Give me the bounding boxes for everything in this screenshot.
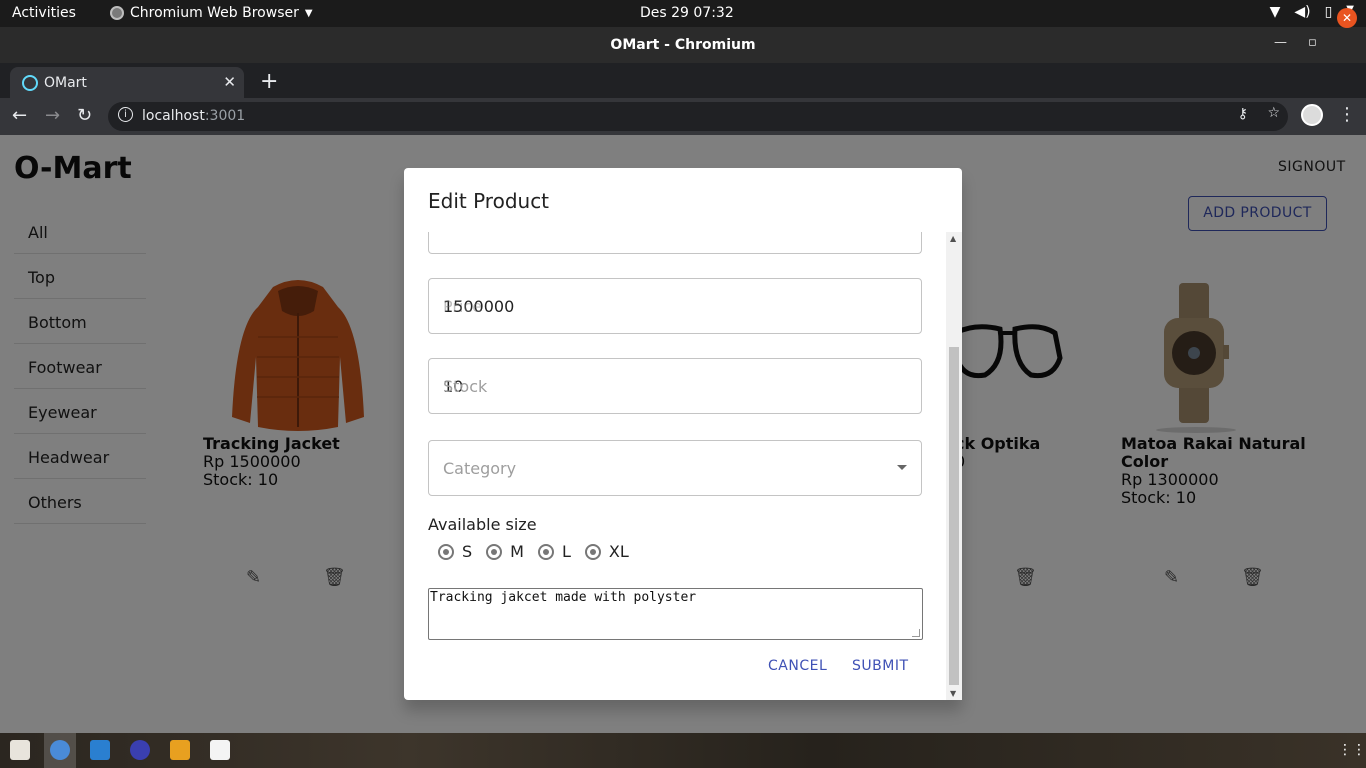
window-title-bar[interactable]: OMart - Chromium — ▫ [0,27,1366,63]
stock-label: Stock [443,377,488,396]
size-radio-m[interactable] [486,543,503,560]
size-radio-group: S M L XL [438,542,643,561]
scroll-up-icon[interactable]: ▲ [950,234,956,243]
files-icon[interactable] [10,740,30,760]
back-icon[interactable]: ← [12,105,27,126]
description-text: Tracking jakcet made with polyster [430,590,697,605]
price-label: Price [443,297,483,316]
clock[interactable]: Des 29 07:32 [640,5,734,21]
close-window-icon[interactable]: ✕ [1337,8,1357,28]
window-title: OMart - Chromium [610,37,756,53]
price-field[interactable]: 1500000 Price [428,278,922,334]
size-label-xl: XL [608,542,629,561]
system-top-bar: Activities Chromium Web Browser ▼ Des 29… [0,0,1366,27]
chevron-down-icon: ▼ [304,7,313,19]
description-textarea[interactable]: Tracking jakcet made with polyster [428,588,923,640]
app-menu[interactable]: Chromium Web Browser ▼ [110,5,313,21]
size-label-m: M [510,542,524,561]
maximize-icon[interactable]: ▫ [1308,35,1317,50]
cancel-button[interactable]: CANCEL [768,658,827,674]
menu-icon[interactable]: ⋮ [1338,104,1356,125]
dialog-scrollbar[interactable]: ▲ ▼ [946,232,962,700]
size-label-l: L [561,542,571,561]
size-radio-s[interactable] [438,543,454,560]
vscode-icon[interactable] [90,740,110,760]
url-text: localhost:3001 [142,108,245,124]
stock-field[interactable]: 10 Stock [428,358,922,414]
dbeaver-icon[interactable] [170,740,190,760]
description-field-partial[interactable] [428,232,922,254]
tab-strip: OMart ✕ + [0,63,1366,98]
chevron-down-icon [897,465,907,470]
dialog-title: Edit Product [428,189,550,213]
tab-label: OMart [44,75,87,91]
react-icon [22,75,38,91]
reload-icon[interactable]: ↻ [77,105,92,126]
scrollbar-thumb[interactable] [949,347,959,685]
edit-product-dialog: Edit Product 1500000 Price 10 Stock Cate… [404,168,962,700]
battery-icon: ▯ [1324,4,1333,20]
star-icon[interactable]: ☆ [1267,105,1280,121]
minimize-icon[interactable]: — [1274,35,1287,50]
info-icon[interactable]: i [118,107,133,122]
eclipse-icon[interactable] [130,740,150,760]
close-tab-icon[interactable]: ✕ [223,73,236,91]
wifi-icon: ▼ [1269,4,1281,20]
resize-handle-icon[interactable] [912,629,920,637]
url-host: localhost [142,108,205,124]
tab-omart[interactable]: OMart ✕ [10,67,244,98]
submit-button[interactable]: SUBMIT [852,658,909,674]
volume-icon: ◀) [1294,4,1311,20]
forward-icon[interactable]: → [45,105,60,126]
size-radio-xl[interactable] [584,543,601,560]
new-tab-icon[interactable]: + [260,69,278,94]
scroll-down-icon[interactable]: ▼ [950,689,956,698]
address-bar[interactable]: i localhost:3001 ⚷ ☆ [108,102,1288,131]
category-select[interactable]: Category [428,440,922,496]
navigation-bar: ← → ↻ i localhost:3001 ⚷ ☆ ⋮ [0,98,1366,135]
category-placeholder: Category [443,459,517,478]
dialog-body: 1500000 Price 10 Stock Category Availabl… [404,232,962,700]
app-grid-icon[interactable]: ⋮⋮⋮ [1338,742,1366,758]
app-menu-label: Chromium Web Browser [130,5,299,21]
available-size-label: Available size [428,515,537,534]
activities-button[interactable]: Activities [12,5,76,21]
size-label-s: S [462,542,473,561]
size-radio-l[interactable] [537,543,554,560]
text-editor-icon[interactable] [210,740,230,760]
key-icon[interactable]: ⚷ [1238,106,1248,122]
chromium-icon [110,6,124,20]
profile-avatar[interactable] [1301,104,1323,126]
url-port: :3001 [204,108,246,124]
chromium-icon[interactable] [50,740,70,760]
taskbar: ⋮⋮⋮ [0,733,1366,768]
